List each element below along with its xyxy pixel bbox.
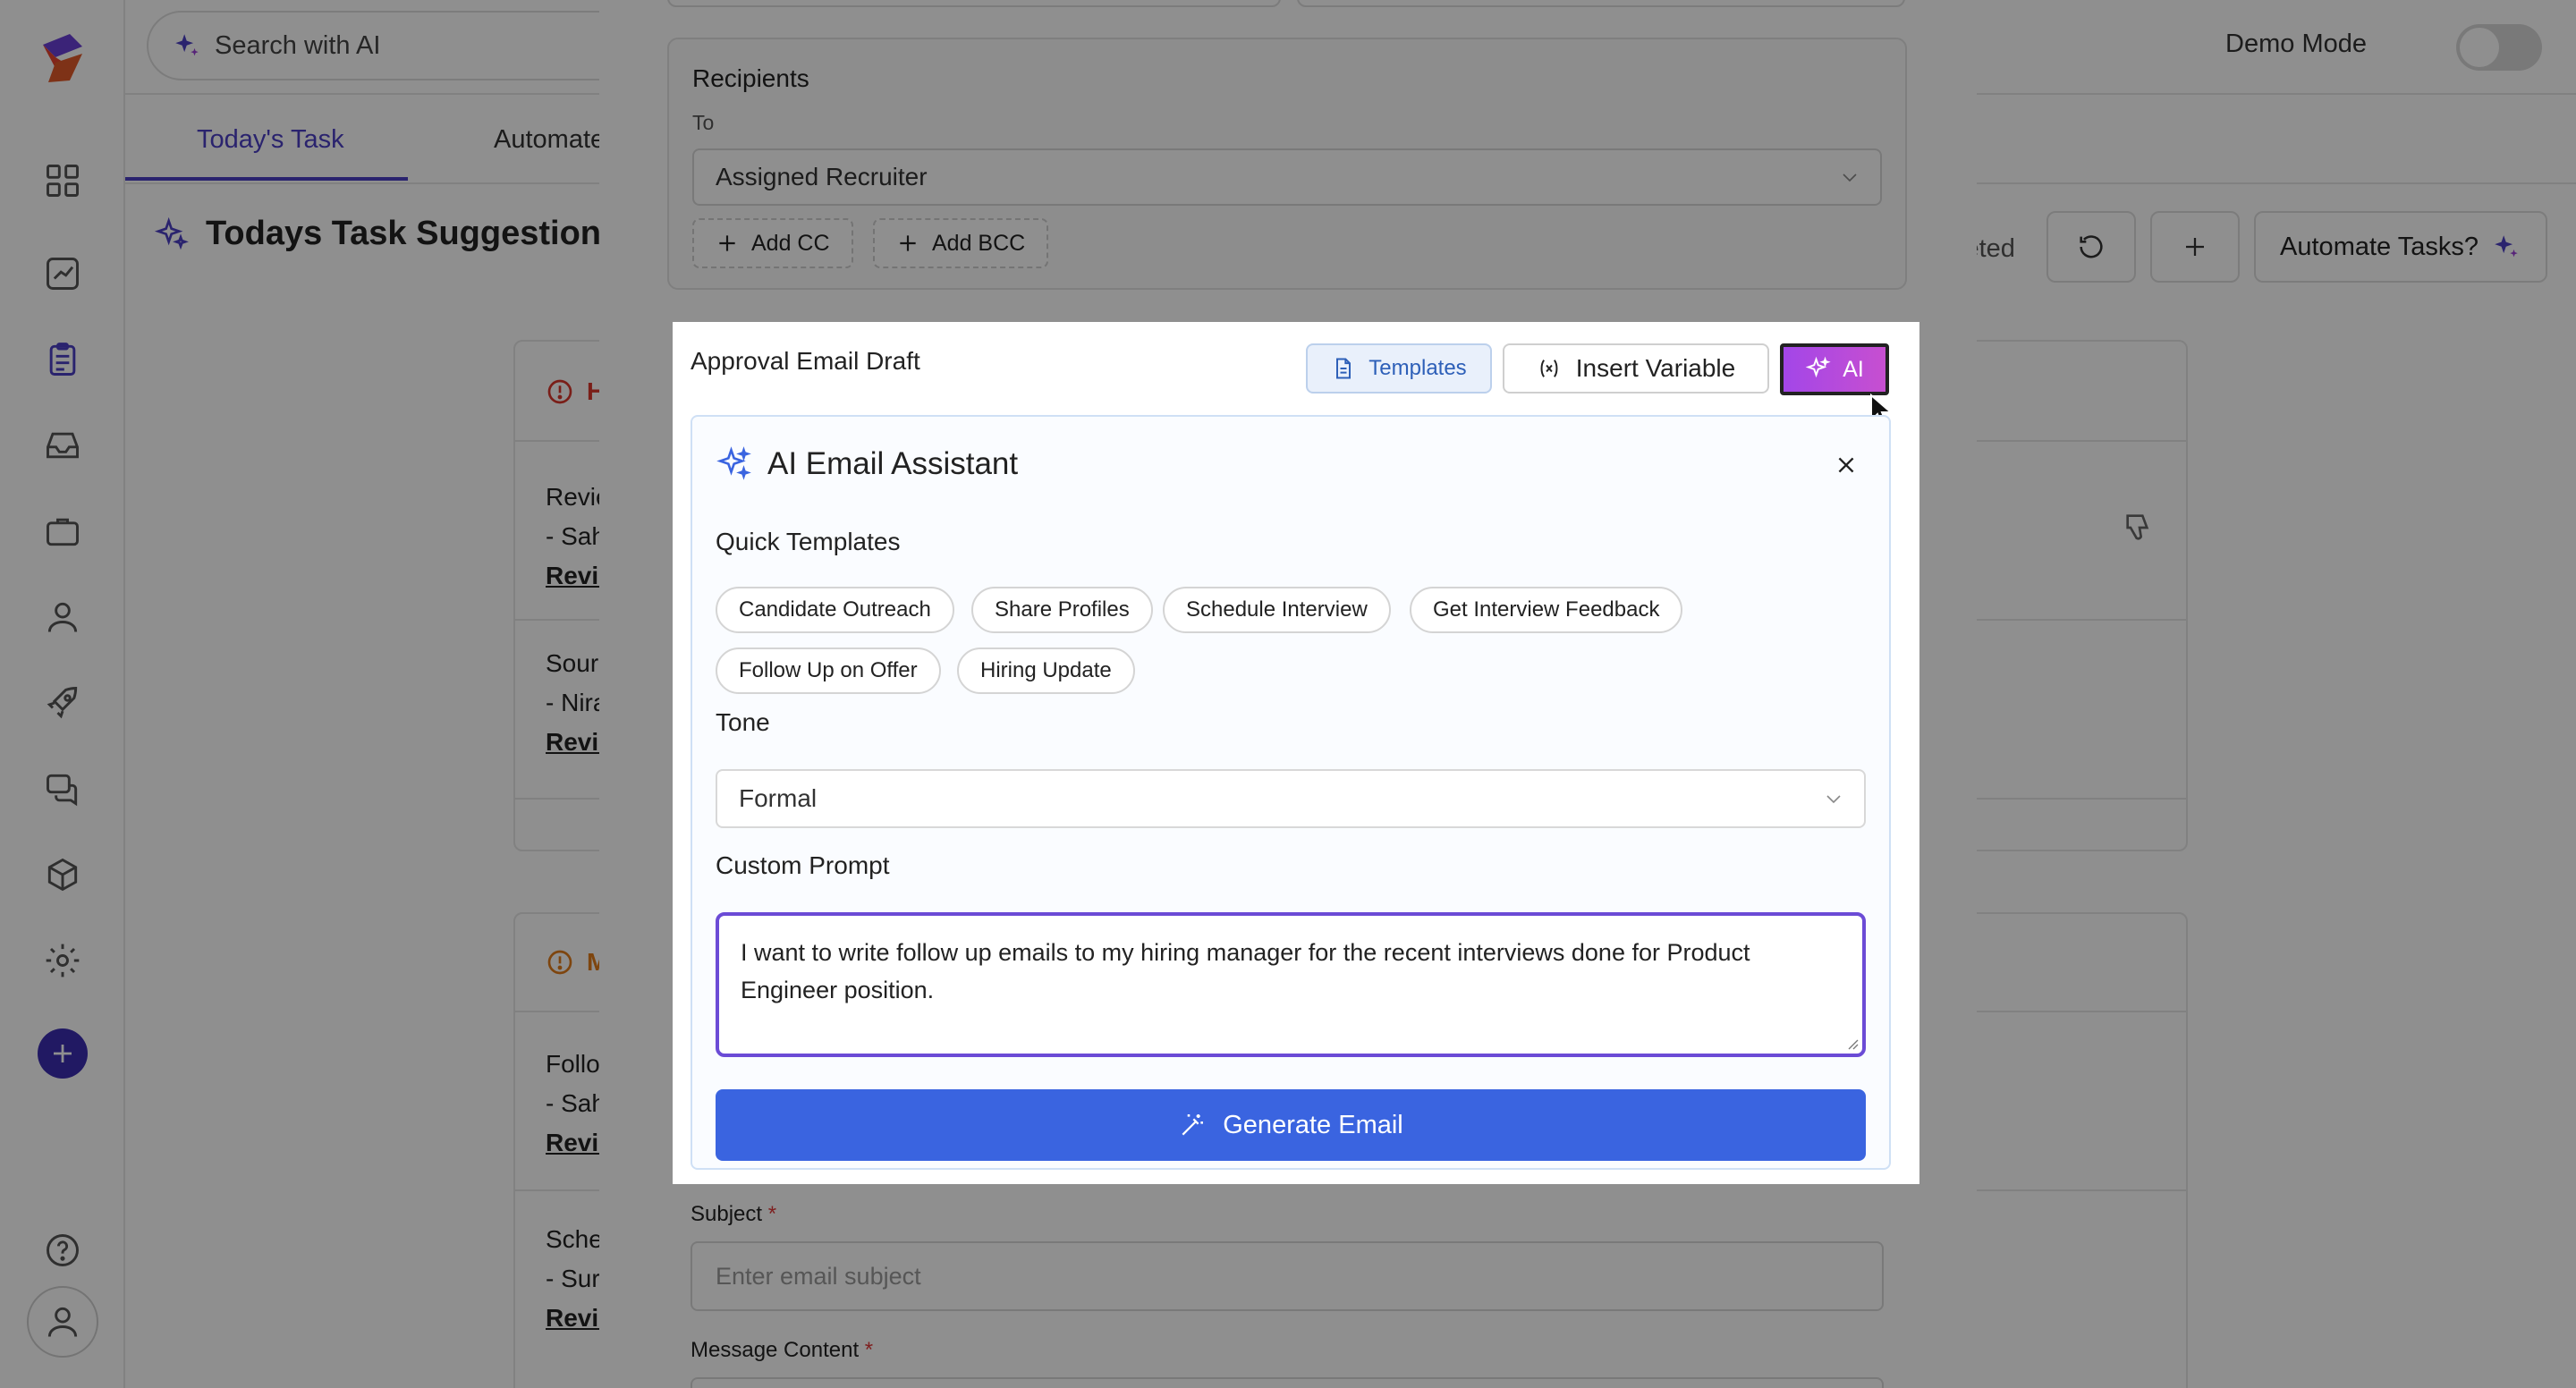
magic-wand-icon <box>1182 1114 1204 1136</box>
template-chip-follow-up-on-offer[interactable]: Follow Up on Offer <box>716 647 941 694</box>
custom-prompt-textarea[interactable]: I want to write follow up emails to my h… <box>716 912 1866 1057</box>
ai-email-assistant-panel: AI Email Assistant Quick Templates Candi… <box>691 415 1891 1170</box>
template-chip-share-profiles[interactable]: Share Profiles <box>971 587 1153 633</box>
plus-icon <box>719 235 735 251</box>
templates-button[interactable]: Templates <box>1306 343 1492 394</box>
recipients-section: Recipients To Assigned Recruiter Add CC … <box>667 38 1907 290</box>
add-cc-label: Add CC <box>751 230 830 256</box>
to-recipient-value: Assigned Recruiter <box>716 163 928 190</box>
recipients-title: Recipients <box>692 64 809 92</box>
ai-button[interactable]: AI <box>1780 343 1889 395</box>
sparkle-icon <box>1805 356 1831 378</box>
to-recipient-select[interactable]: Assigned Recruiter <box>692 148 1882 206</box>
approval-email-draft-section: Approval Email Draft Templates Insert Va… <box>673 322 1919 1184</box>
subject-label: Subject * <box>691 1202 777 1226</box>
insert-variable-button[interactable]: Insert Variable <box>1503 343 1769 394</box>
ai-label: AI <box>1843 356 1864 382</box>
generate-email-button[interactable]: Generate Email <box>716 1089 1866 1161</box>
tone-value: Formal <box>739 784 818 812</box>
template-chip-schedule-interview[interactable]: Schedule Interview <box>1163 587 1391 633</box>
tone-select[interactable]: Formal <box>716 769 1866 828</box>
message-content-input[interactable] <box>691 1377 1884 1388</box>
add-bcc-button[interactable]: Add BCC <box>873 218 1049 268</box>
custom-prompt-value: I want to write follow up emails to my h… <box>741 939 1750 1003</box>
subject-placeholder: Enter email subject <box>716 1262 921 1290</box>
close-icon <box>1838 457 1854 473</box>
quick-templates-label: Quick Templates <box>716 528 901 555</box>
field-partial[interactable] <box>667 0 1281 7</box>
variable-icon <box>1540 360 1558 377</box>
template-chip-hiring-update[interactable]: Hiring Update <box>957 647 1135 694</box>
templates-label: Templates <box>1368 356 1467 380</box>
draft-title: Approval Email Draft <box>691 347 920 375</box>
custom-prompt-label: Custom Prompt <box>716 851 890 879</box>
plus-icon <box>900 235 916 251</box>
chevron-down-icon <box>1826 795 1841 804</box>
template-chip-get-interview-feedback[interactable]: Get Interview Feedback <box>1410 587 1683 633</box>
close-assistant-button[interactable] <box>1830 449 1862 481</box>
resize-handle-icon[interactable] <box>1844 1036 1859 1050</box>
assistant-title: AI Email Assistant <box>767 446 1019 481</box>
message-content-label: Message Content * <box>691 1338 874 1362</box>
assistant-header: AI Email Assistant <box>716 445 1018 483</box>
generate-email-label: Generate Email <box>1223 1110 1403 1139</box>
to-label: To <box>692 111 715 134</box>
chevron-down-icon <box>1843 174 1857 182</box>
sparkle-icon <box>716 446 751 480</box>
tone-label: Tone <box>716 708 770 736</box>
subject-input[interactable]: Enter email subject <box>691 1241 1884 1311</box>
insert-variable-label: Insert Variable <box>1575 354 1736 382</box>
document-icon <box>1336 358 1352 379</box>
add-cc-button[interactable]: Add CC <box>692 218 853 268</box>
add-bcc-label: Add BCC <box>932 230 1026 256</box>
template-chip-candidate-outreach[interactable]: Candidate Outreach <box>716 587 954 633</box>
field-partial[interactable] <box>1297 0 1905 7</box>
